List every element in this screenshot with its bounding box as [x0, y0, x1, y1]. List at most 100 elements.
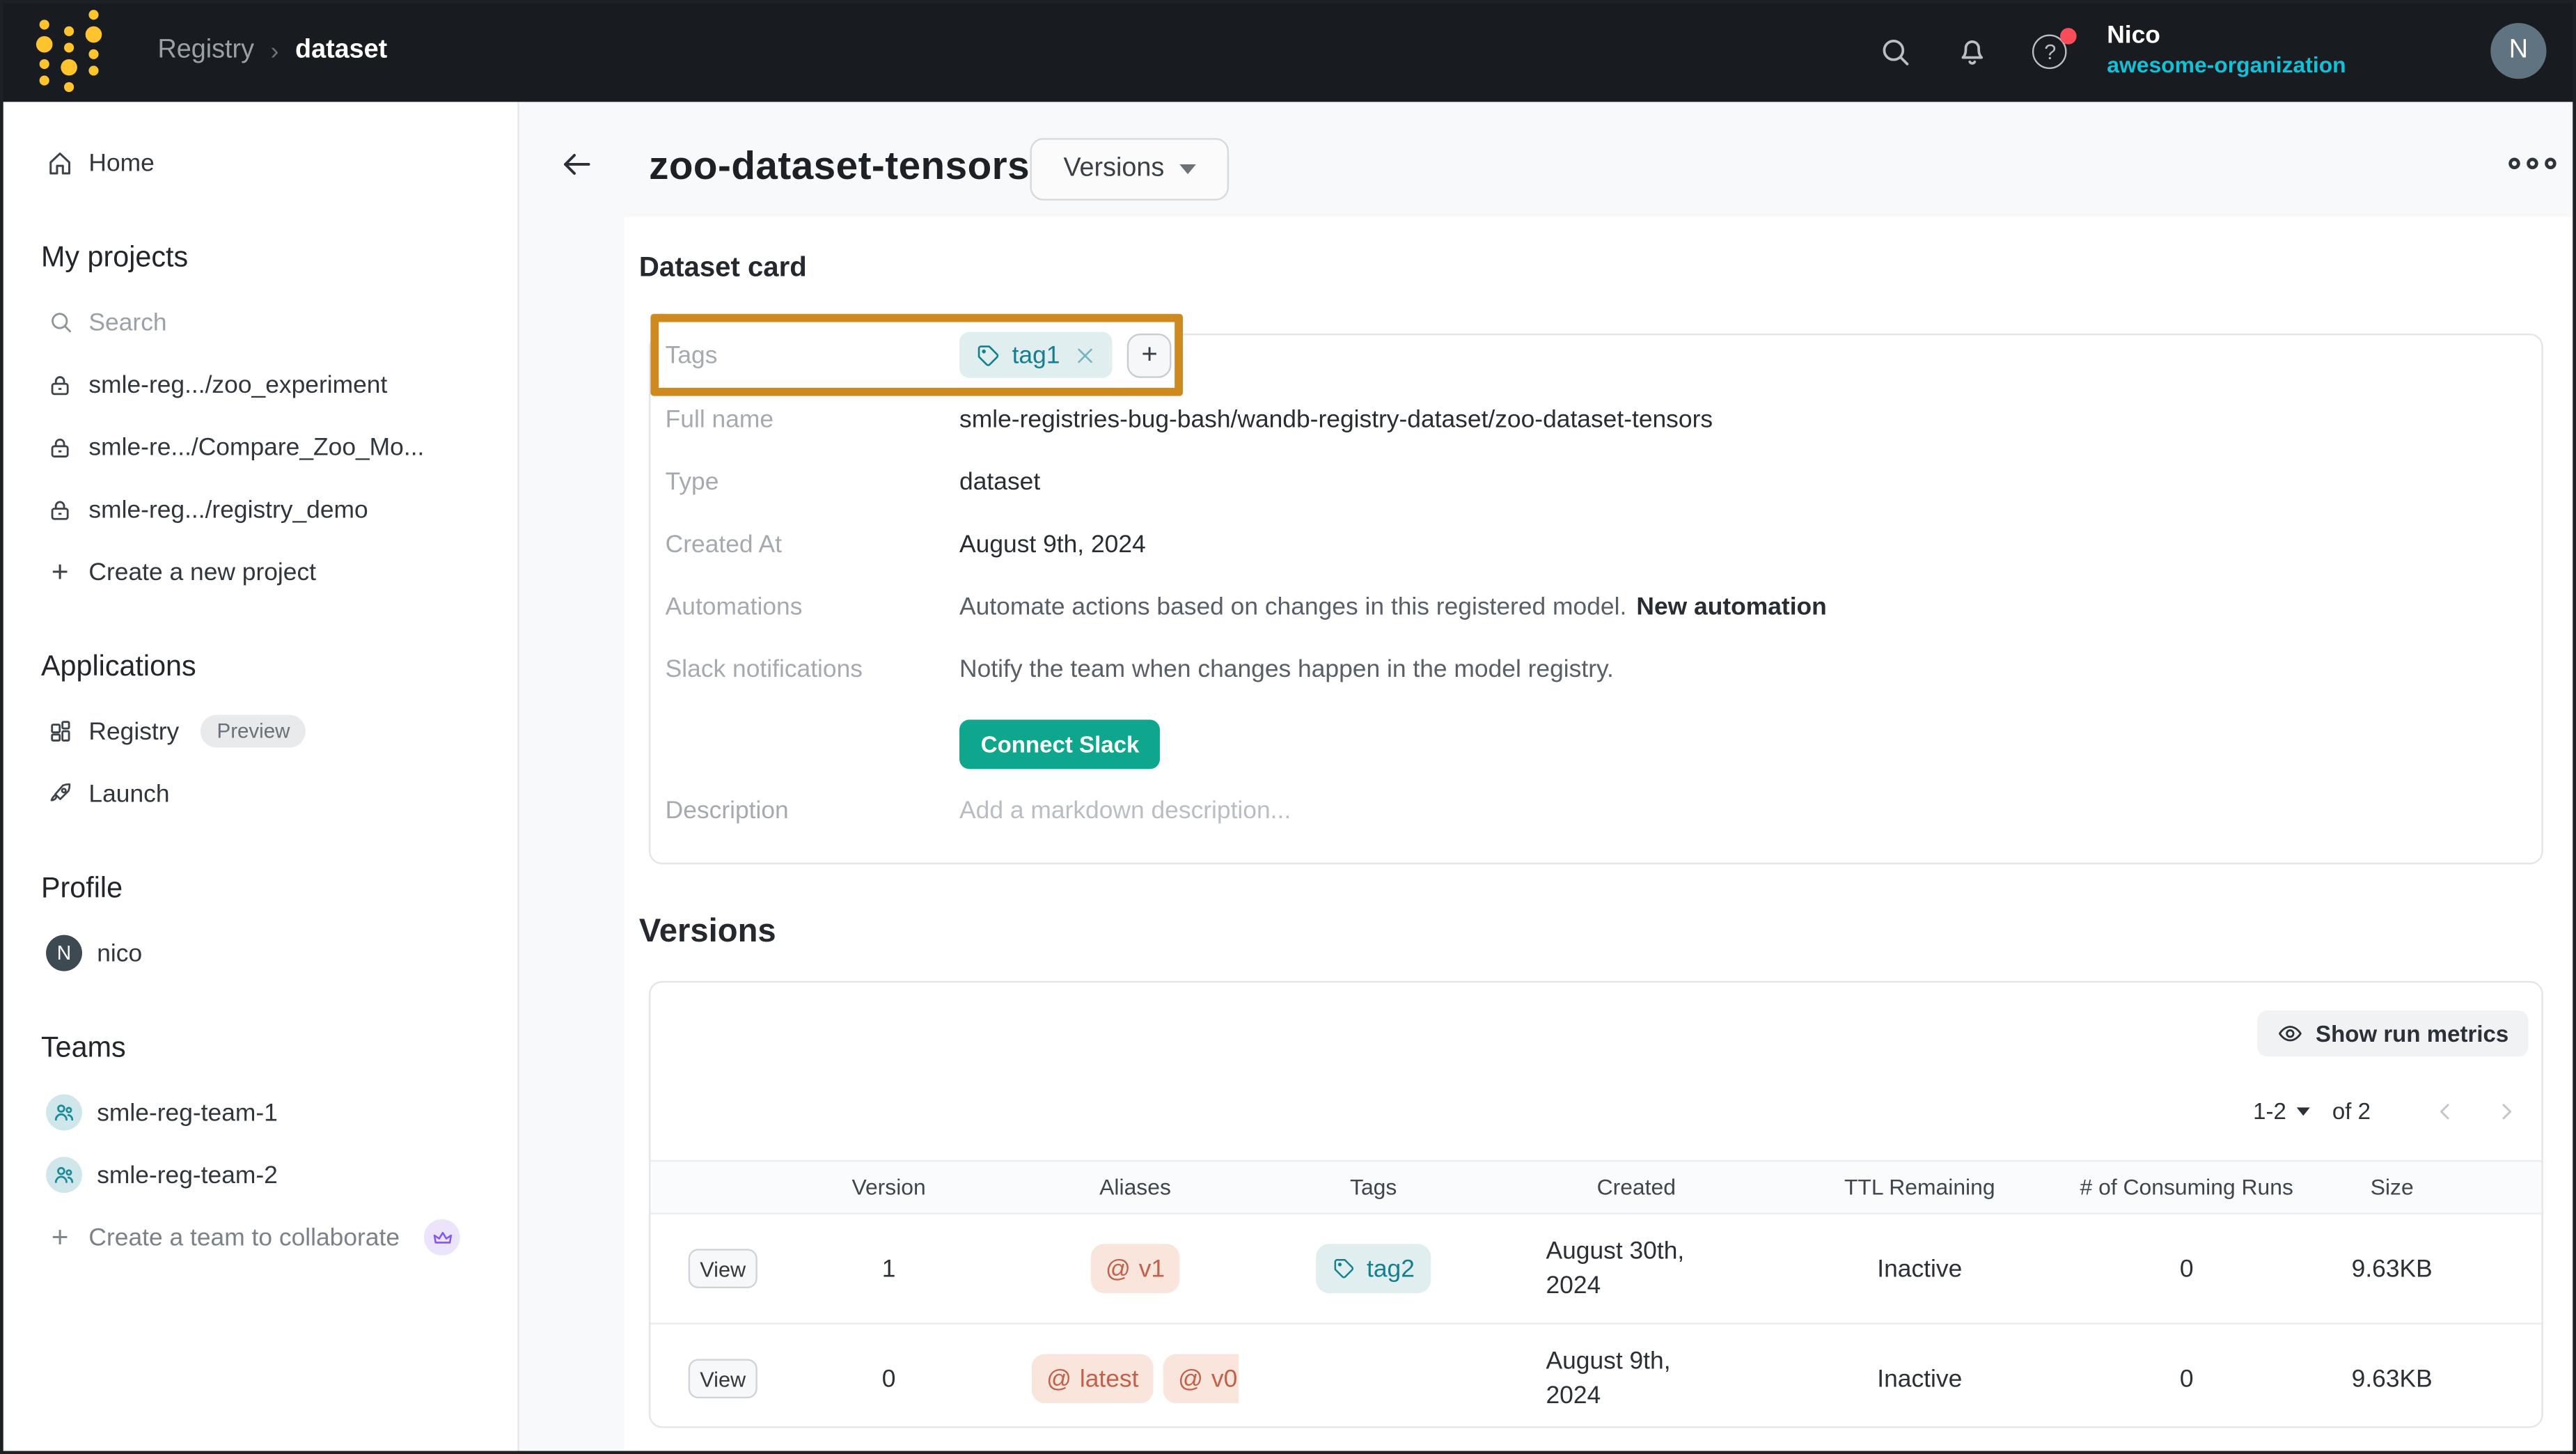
- sidebar-project-compare-zoo[interactable]: smle-re.../Compare_Zoo_Mo...: [0, 416, 517, 478]
- page-range-dropdown[interactable]: 1-2: [2253, 1097, 2309, 1124]
- help-icon[interactable]: ?: [2033, 33, 2068, 68]
- sidebar: Home My projects Search smle-reg.../zoo_…: [0, 102, 519, 1454]
- rocket-icon: [46, 781, 74, 807]
- automations-text: Automate actions based on changes in thi…: [959, 593, 1626, 620]
- tags-cell: tag2: [1259, 1244, 1489, 1293]
- tags-label: Tags: [666, 341, 959, 369]
- chevron-down-icon: [2296, 1107, 2309, 1115]
- overflow-menu-icon[interactable]: [2508, 158, 2556, 170]
- alias-pill-v0[interactable]: @ v0: [1163, 1354, 1239, 1403]
- notification-dot: [2061, 27, 2078, 44]
- sidebar-project-zoo-experiment[interactable]: smle-reg.../zoo_experiment: [0, 353, 517, 416]
- plus-icon: +: [46, 1223, 74, 1252]
- table-row: View 1 @ v1 tag2: [650, 1214, 2541, 1324]
- created-cell: August 30th, 2024: [1489, 1234, 1784, 1303]
- slack-row: Slack notifications Notify the team when…: [650, 638, 2541, 701]
- automations-label: Automations: [666, 593, 959, 620]
- top-navbar: Registry › dataset ? Nico awesome-organi…: [0, 0, 2576, 102]
- previous-page-icon[interactable]: [2433, 1098, 2458, 1123]
- user-organization[interactable]: awesome-organization: [2107, 52, 2346, 80]
- user-menu[interactable]: Nico awesome-organization: [2107, 22, 2346, 80]
- header-consuming-runs: # of Consuming Runs: [2055, 1175, 2318, 1199]
- remove-tag-icon[interactable]: [1075, 344, 1097, 366]
- sidebar-search[interactable]: Search: [0, 291, 517, 354]
- search-placeholder: Search: [88, 308, 166, 336]
- tag-icon: [1332, 1257, 1355, 1280]
- team-icon: [46, 1095, 82, 1131]
- tag-pill-tag1[interactable]: tag1: [959, 332, 1113, 378]
- plus-icon: +: [46, 557, 74, 586]
- dataset-card-title: Dataset card: [639, 250, 2573, 286]
- main-area: zoo-dataset-tensors Versions Dataset car…: [519, 102, 2576, 1454]
- user-name: Nico: [2107, 22, 2346, 52]
- collection-header: zoo-dataset-tensors Versions: [519, 102, 2576, 217]
- sidebar-item-profile-nico[interactable]: N nico: [0, 922, 517, 985]
- sidebar-team-1[interactable]: smle-reg-team-1: [0, 1081, 517, 1144]
- next-page-icon[interactable]: [2494, 1098, 2518, 1123]
- size-cell: 9.63KB: [2318, 1255, 2466, 1283]
- full-name-label: Full name: [666, 405, 959, 433]
- page-total: of 2: [2332, 1097, 2371, 1124]
- alias-pill-v1[interactable]: @ v1: [1091, 1244, 1180, 1293]
- type-row: Type dataset: [650, 451, 2541, 513]
- header-version: Version: [766, 1175, 1012, 1199]
- sidebar-heading-my-projects: My projects: [41, 238, 517, 274]
- avatar[interactable]: N: [2490, 23, 2546, 79]
- wandb-logo-icon[interactable]: [36, 10, 102, 92]
- sidebar-item-home[interactable]: Home: [0, 132, 517, 194]
- table-header-row: Version Aliases Tags Created TTL Remaini…: [650, 1160, 2541, 1214]
- add-tag-button[interactable]: +: [1127, 333, 1172, 377]
- created-at-label: Created At: [666, 530, 959, 558]
- search-icon[interactable]: [1878, 33, 1913, 68]
- view-button[interactable]: View: [689, 1359, 757, 1398]
- versions-card: Show run metrics 1-2 of 2: [649, 981, 2543, 1428]
- breadcrumb-separator: ›: [271, 37, 279, 65]
- version-cell: 0: [766, 1365, 1012, 1393]
- registry-grid-icon: [46, 718, 74, 744]
- sidebar-project-registry-demo[interactable]: smle-reg.../registry_demo: [0, 478, 517, 541]
- aliases-cell: @ v1: [1012, 1244, 1259, 1293]
- alias-pill-latest[interactable]: @ latest: [1032, 1354, 1154, 1403]
- breadcrumb-registry[interactable]: Registry: [158, 36, 254, 65]
- sidebar-create-team[interactable]: + Create a team to collaborate: [0, 1206, 517, 1269]
- sidebar-item-registry[interactable]: Registry Preview: [0, 700, 517, 763]
- show-run-metrics-button[interactable]: Show run metrics: [2256, 1010, 2528, 1056]
- size-cell: 9.63KB: [2318, 1365, 2466, 1393]
- preview-badge: Preview: [201, 714, 306, 747]
- type-value: dataset: [959, 467, 1040, 495]
- new-automation-link[interactable]: New automation: [1636, 593, 1826, 620]
- team-icon: [46, 1157, 82, 1193]
- eye-icon: [2276, 1020, 2302, 1047]
- ttl-cell: Inactive: [1784, 1255, 2055, 1283]
- lock-icon: [46, 497, 74, 522]
- slack-text: Notify the team when changes happen in t…: [959, 655, 1614, 682]
- pagination: 1-2 of 2: [2253, 1097, 2518, 1124]
- connect-slack-button[interactable]: Connect Slack: [959, 720, 1161, 769]
- description-placeholder: Add a markdown description...: [959, 796, 1291, 824]
- tag-pill-tag2[interactable]: tag2: [1316, 1244, 1431, 1293]
- dataset-card: Tags tag1 + Full name smle-registries-bu…: [649, 334, 2543, 864]
- view-button[interactable]: View: [689, 1249, 757, 1288]
- ttl-cell: Inactive: [1784, 1365, 2055, 1393]
- sidebar-create-project[interactable]: + Create a new project: [0, 540, 517, 603]
- header-tags: Tags: [1259, 1175, 1489, 1199]
- sidebar-team-2[interactable]: smle-reg-team-2: [0, 1143, 517, 1206]
- sidebar-heading-profile: Profile: [41, 869, 517, 905]
- full-name-value: smle-registries-bug-bash/wandb-registry-…: [959, 405, 1713, 433]
- breadcrumb: Registry › dataset: [158, 36, 388, 65]
- description-row[interactable]: Description Add a markdown description..…: [650, 779, 2541, 841]
- breadcrumb-current: dataset: [295, 36, 387, 65]
- screenshot-root: Registry › dataset ? Nico awesome-organi…: [0, 0, 2576, 1454]
- versions-section-title: Versions: [639, 912, 2573, 952]
- navbar-actions: ? Nico awesome-organization N: [1836, 22, 2547, 80]
- lock-icon: [46, 435, 74, 459]
- bell-icon[interactable]: [1956, 33, 1990, 68]
- page-title: zoo-dataset-tensors: [649, 145, 1030, 191]
- avatar: N: [46, 935, 82, 971]
- home-icon: [46, 149, 74, 177]
- back-arrow-icon[interactable]: [558, 146, 595, 182]
- created-at-row: Created At August 9th, 2024: [650, 513, 2541, 575]
- tag-icon: [976, 343, 1000, 367]
- sidebar-item-launch[interactable]: Launch: [0, 763, 517, 825]
- versions-dropdown-button[interactable]: Versions: [1030, 138, 1230, 201]
